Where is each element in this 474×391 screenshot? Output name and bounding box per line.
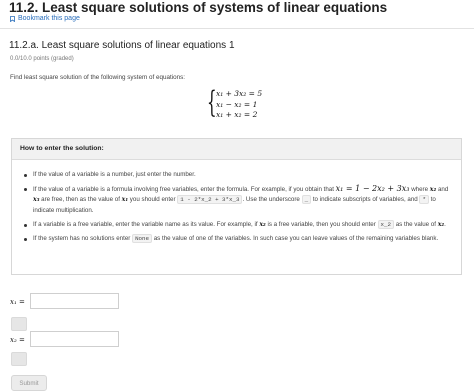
instruction-text: is a free variable, then you should ente… [267,220,376,228]
instruction-item: If a variable is a free variable, enter … [24,219,454,230]
x2-label: x₂ = [10,336,25,344]
code-example: x_2 [377,219,394,229]
equation-3: x₁ + x₂ = 2 [216,110,258,119]
instruction-text: . Use the underscore [242,196,300,204]
math-variable: x₁ [121,196,129,204]
page-title: 11.2. Least square solutions of systems … [9,0,388,15]
code-example: None [132,233,152,243]
x2-preview-button[interactable] [11,352,27,366]
instructions-header: How to enter the solution: [12,139,461,160]
instruction-item: If the system has no solutions enter Non… [24,233,454,244]
instructions-box: How to enter the solution: If the value … [11,138,462,275]
math-variable: x₂ [259,220,266,228]
x2-answer-input[interactable] [30,331,119,347]
code-example: 1 - 2*x_2 + 3*x_3 [177,195,243,205]
instruction-item: If the value of a variable is a formula … [24,184,454,216]
instruction-text: are free, then as the value of [41,196,120,204]
instruction-text: you should enter [129,196,176,204]
instruction-text: where [411,186,429,193]
instruction-text: as the value of [395,220,436,228]
x1-label: x₁ = [10,298,25,306]
instruction-text: as the value of one of the variables. In… [153,234,439,242]
instruction-text: . [444,220,446,228]
bookmark-label: Bookmark this page [18,15,80,22]
instructions-list: If the value of a variable is a number, … [24,170,454,248]
formula-example: x₁ = 1 − 2x₂ + 3x₃ [335,184,410,193]
problem-page: 11.2. Least square solutions of systems … [0,0,474,391]
x1-answer-input[interactable] [30,293,119,309]
instruction-text: If the value of a variable is a formula … [33,186,334,193]
problem-prompt: Find least square solution of the follow… [10,74,186,81]
math-variable: x₃ [33,196,40,204]
instruction-text: to indicate subscripts of variables, and [312,196,418,204]
code-example: _ [301,195,312,205]
problem-title: 11.2.a. Least square solutions of linear… [9,40,235,51]
points-status: 0.0/10.0 points (graded) [10,56,74,62]
equation-1: x₁ + 3x₂ = 5 [216,89,263,98]
instruction-item: If the value of a variable is a number, … [24,170,454,180]
equation-2: x₁ − x₂ = 1 [216,99,258,109]
bookmark-icon [10,15,15,22]
instruction-text: and [437,186,449,193]
bookmark-link[interactable]: Bookmark this page [10,15,80,22]
instructions-heading: How to enter the solution: [20,145,104,152]
math-variable: x₂ [429,186,437,193]
instruction-text: If the system has no solutions enter [33,234,131,242]
instruction-text: If the value of a variable is a number, … [33,171,196,178]
instruction-text: If a variable is a free variable, enter … [33,220,258,228]
code-example: * [419,195,429,205]
divider [0,28,474,29]
submit-button[interactable]: Submit [11,375,47,391]
x1-preview-button[interactable] [11,317,27,331]
